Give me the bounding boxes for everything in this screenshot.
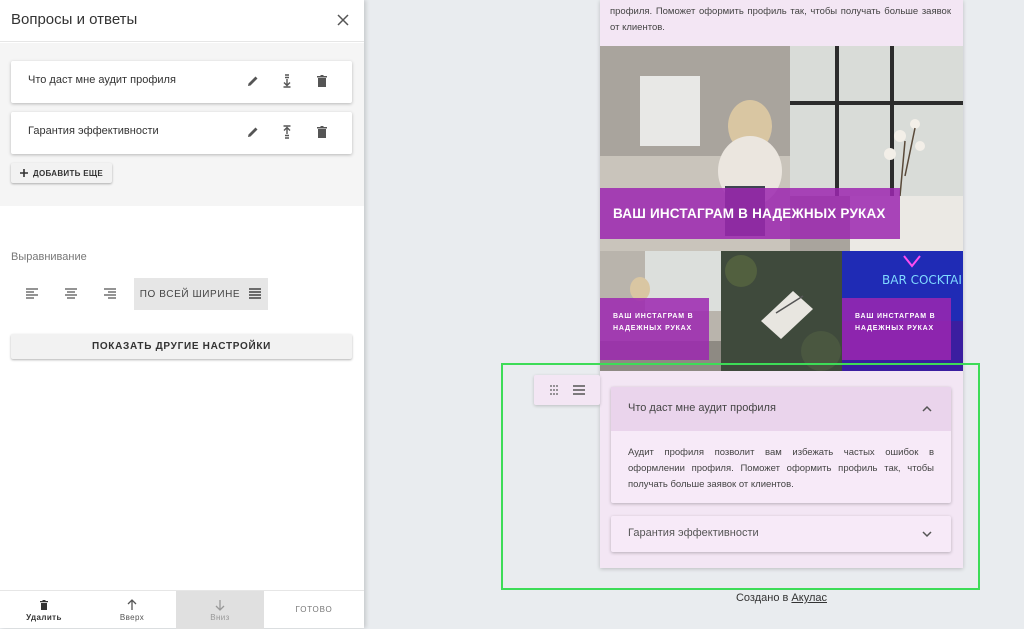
- qa-list-item[interactable]: Гарантия эффективности: [11, 112, 352, 154]
- panel-header: Вопросы и ответы: [0, 0, 364, 42]
- trash-icon[interactable]: [314, 124, 330, 140]
- gallery-tile: ВАШ ИНСТАГРАМ В НАДЕЖНЫХ РУКАХ: [600, 251, 721, 371]
- delete-label: Удалить: [26, 612, 62, 622]
- align-center-icon[interactable]: [60, 283, 82, 305]
- close-icon[interactable]: [334, 11, 352, 29]
- credit-link[interactable]: Акулас: [791, 592, 827, 604]
- align-left-icon[interactable]: [21, 283, 43, 305]
- arrow-up-icon: [127, 598, 137, 610]
- add-more-label: ДОБАВИТЬ ЕЩЕ: [33, 168, 103, 178]
- move-down-icon[interactable]: [279, 73, 295, 89]
- trash-icon[interactable]: [314, 73, 330, 89]
- qa-item-label: Что даст мне аудит профиля: [28, 74, 176, 86]
- edit-icon[interactable]: [245, 124, 261, 140]
- hero-banner: ВАШ ИНСТАГРАМ В НАДЕЖНЫХ РУКАХ: [600, 188, 900, 239]
- move-up-icon[interactable]: [279, 124, 295, 140]
- trash-icon: [40, 599, 48, 610]
- done-button[interactable]: ГОТОВО: [264, 591, 364, 628]
- move-up-button[interactable]: Вверх: [88, 591, 176, 629]
- move-down-button[interactable]: Вниз: [176, 591, 264, 629]
- align-justify-button[interactable]: ПО ВСЕЙ ШИРИНЕ: [134, 278, 268, 310]
- tile-banner: ВАШ ИНСТАГРАМ В НАДЕЖНЫХ РУКАХ: [600, 298, 709, 360]
- gallery-tile: BAR COCKTAILS ВАШ ИНСТАГРАМ В НАДЕЖНЫХ Р…: [842, 251, 963, 371]
- neon-sign: BAR COCKTAILS: [882, 273, 963, 287]
- qa-list-item[interactable]: Что даст мне аудит профиля: [11, 61, 352, 103]
- arrow-down-icon: [215, 599, 225, 611]
- plus-icon: [20, 169, 28, 177]
- align-right-icon[interactable]: [99, 283, 121, 305]
- align-justify-label: ПО ВСЕЙ ШИРИНЕ: [139, 288, 241, 300]
- intro-text: профиля. Поможет оформить профиль так, ч…: [610, 6, 951, 33]
- align-justify-icon: [249, 288, 262, 299]
- qa-items-list: Что даст мне аудит профиля Гарантия эффе…: [0, 43, 364, 206]
- add-more-button[interactable]: ДОБАВИТЬ ЕЩЕ: [11, 163, 112, 183]
- panel-title: Вопросы и ответы: [11, 11, 138, 28]
- qa-item-label: Гарантия эффективности: [28, 125, 159, 137]
- credit-prefix: Создано в: [735, 592, 789, 604]
- panel-footer: Удалить Вверх Вниз ГОТОВО: [0, 590, 364, 629]
- edit-icon[interactable]: [245, 73, 261, 89]
- alignment-label: Выравнивание: [11, 251, 87, 263]
- gallery-tile: [721, 251, 842, 371]
- selected-block-outline: [501, 363, 980, 590]
- move-down-label: Вниз: [210, 612, 230, 622]
- move-up-label: Вверх: [119, 612, 145, 622]
- settings-panel: Вопросы и ответы Что даст мне аудит проф…: [0, 0, 364, 629]
- footer-credit: Создано в Акулас: [600, 592, 963, 604]
- delete-button[interactable]: Удалить: [0, 591, 88, 629]
- show-more-settings-button[interactable]: ПОКАЗАТЬ ДРУГИЕ НАСТРОЙКИ: [11, 334, 352, 359]
- tile-banner: ВАШ ИНСТАГРАМ В НАДЕЖНЫХ РУКАХ: [842, 298, 951, 360]
- tile-photo: [721, 251, 842, 371]
